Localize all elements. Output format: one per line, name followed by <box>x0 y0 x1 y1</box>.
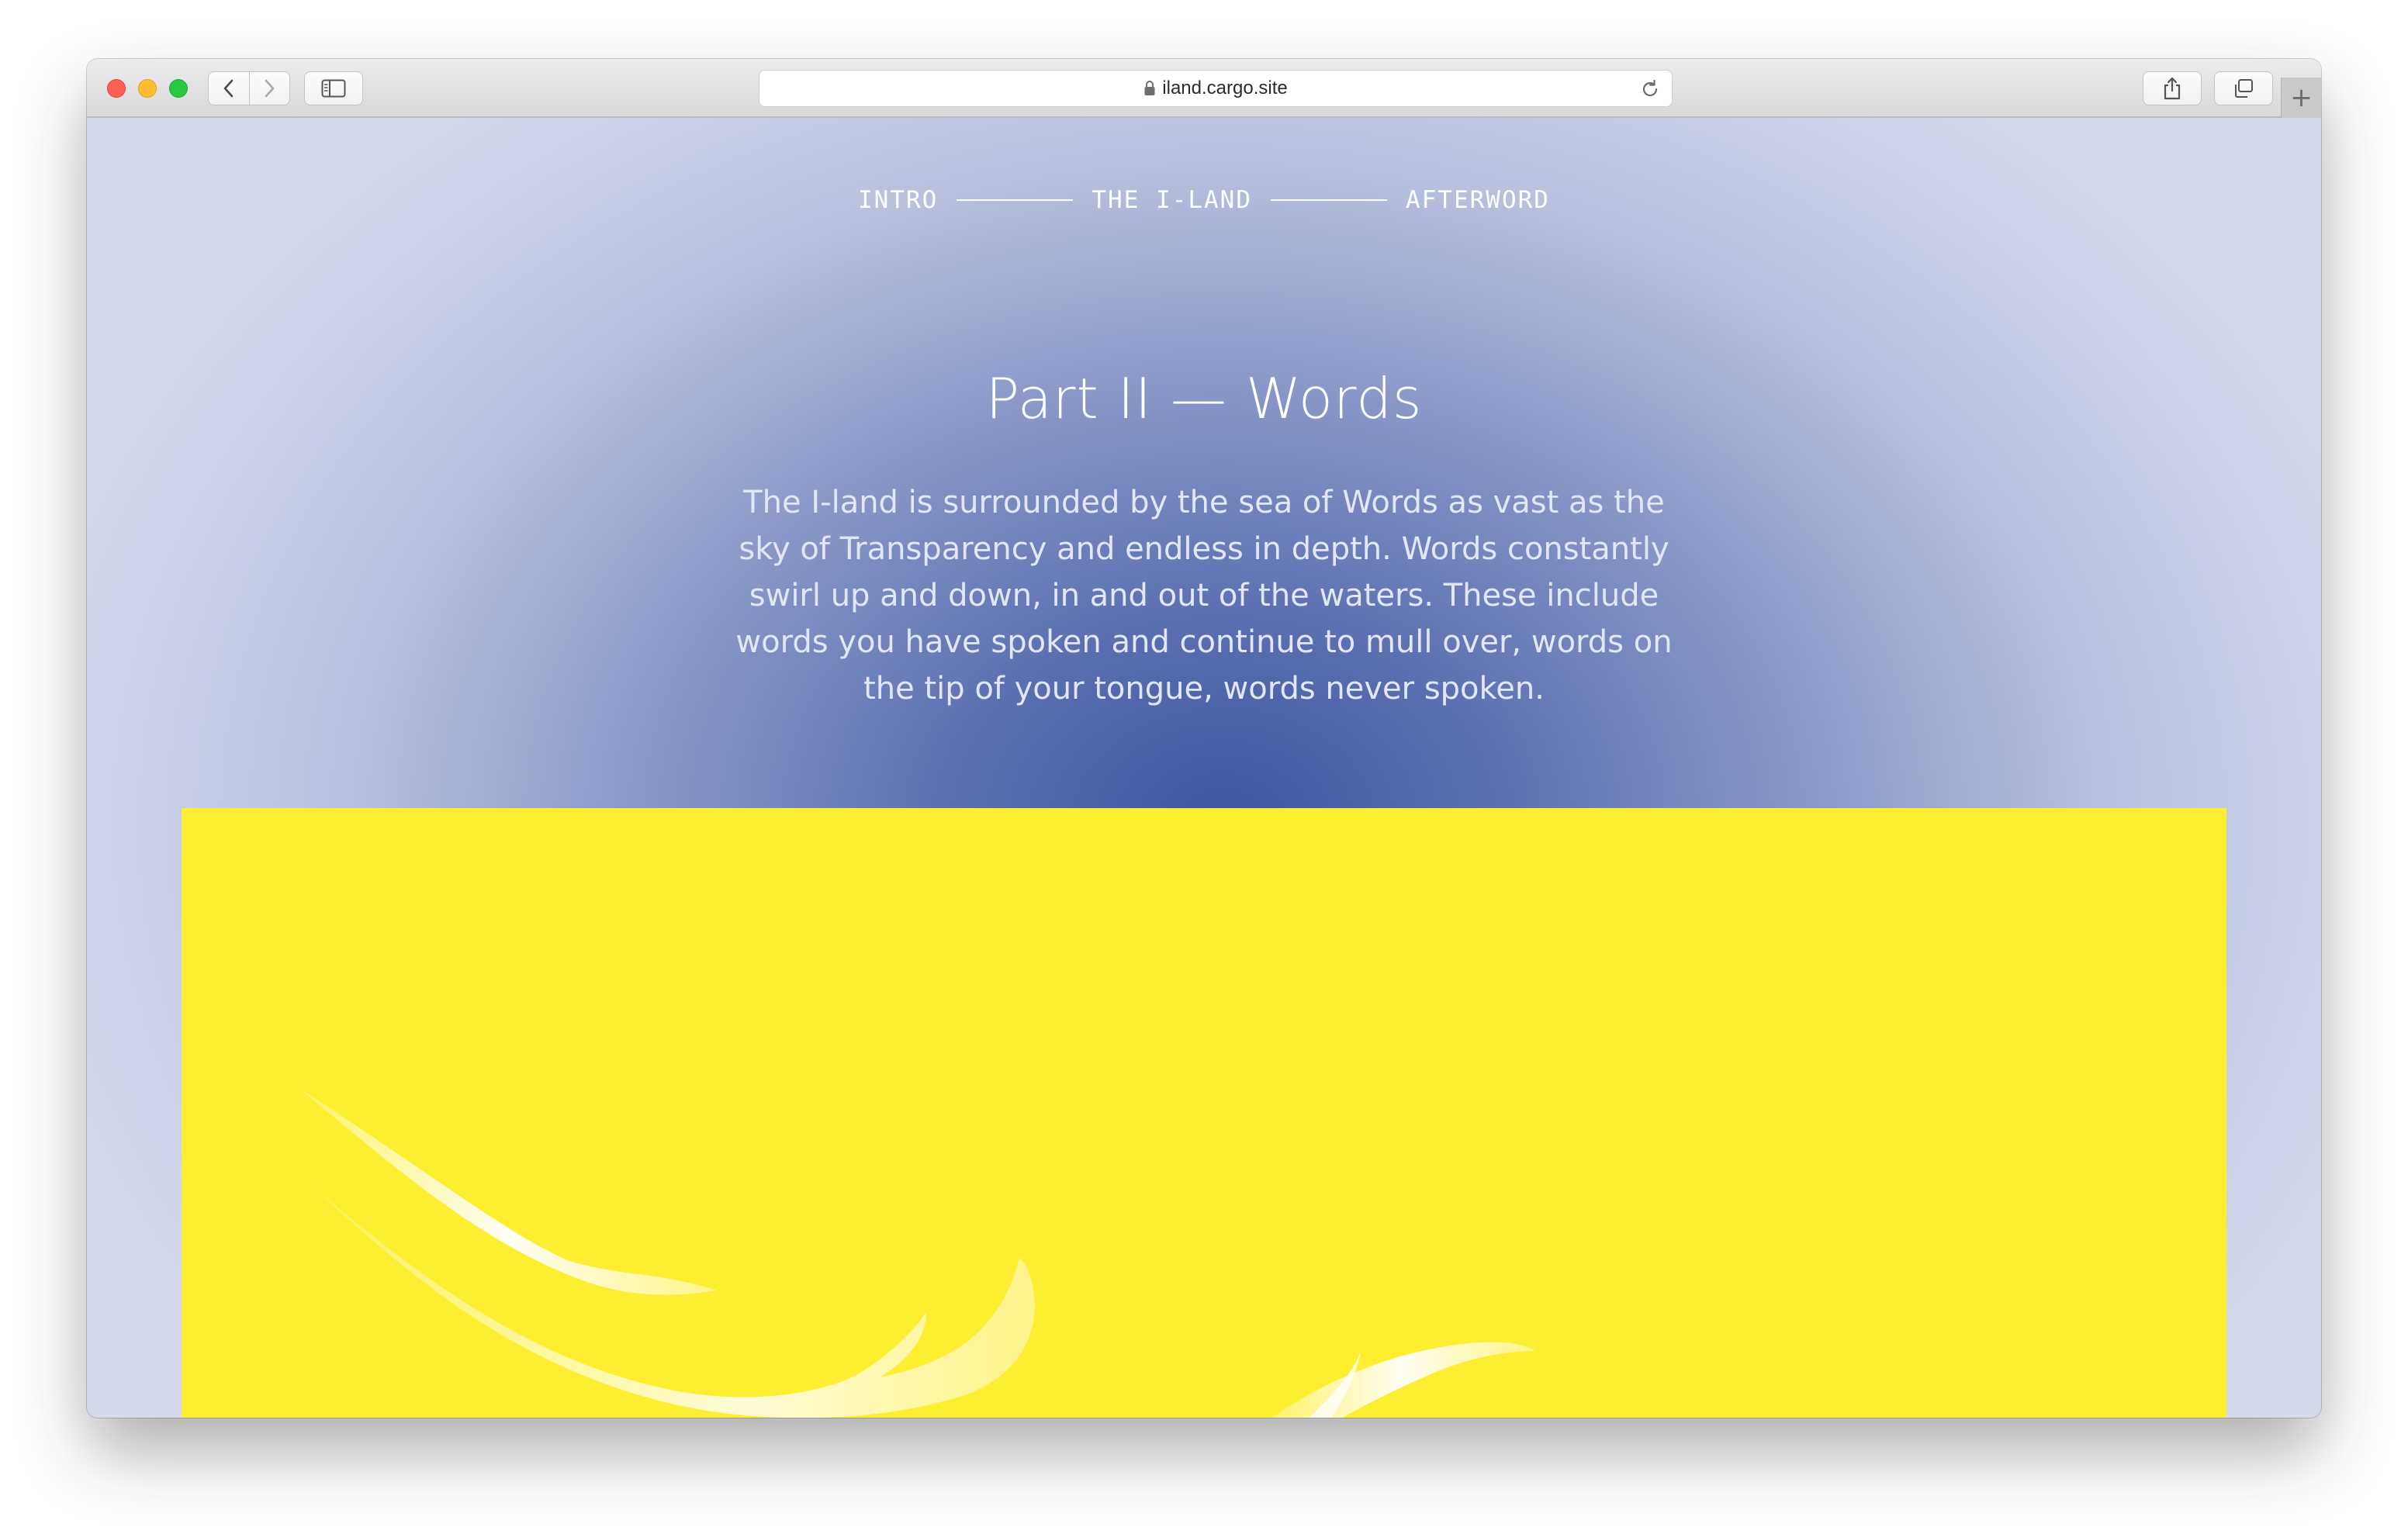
url-text: iland.cargo.site <box>1162 78 1288 98</box>
show-tabs-button[interactable] <box>2214 71 2273 105</box>
section-navigation: INTRO THE I-LAND AFTERWORD <box>87 186 2321 214</box>
new-tab-icon: + <box>2290 82 2313 113</box>
tabs-icon <box>2235 79 2253 98</box>
nav-intro-link[interactable]: INTRO <box>858 186 938 214</box>
close-window-button[interactable] <box>107 79 126 98</box>
section-title: Part II — Words <box>985 366 1423 431</box>
nav-the-i-land-link[interactable]: THE I-LAND <box>1092 186 1252 214</box>
minimize-window-button[interactable] <box>138 79 157 98</box>
sidebar-button[interactable] <box>304 71 363 105</box>
page-content: INTRO THE I-LAND AFTERWORD Part II — Wor… <box>87 118 2321 1418</box>
wave-strokes-illustration <box>298 1087 1535 1418</box>
share-button[interactable] <box>2143 71 2202 105</box>
browser-toolbar: iland.cargo.site + <box>87 59 2321 118</box>
section-body-text: The I-land is surrounded by the sea of W… <box>735 485 1673 707</box>
back-button[interactable] <box>209 72 250 105</box>
forward-icon <box>265 79 275 98</box>
sidebar-icon <box>321 79 346 98</box>
reload-icon <box>1642 79 1658 97</box>
forward-button[interactable] <box>250 72 290 105</box>
nav-divider <box>1270 199 1387 201</box>
nav-divider <box>957 199 1074 201</box>
address-bar[interactable]: iland.cargo.site <box>759 70 1673 107</box>
browser-window: iland.cargo.site + INTRO THE I-LAND AFTE… <box>87 59 2321 1418</box>
new-tab-button[interactable]: + <box>2281 78 2321 118</box>
reload-button[interactable] <box>1639 78 1661 104</box>
back-icon <box>223 79 234 98</box>
nav-afterword-link[interactable]: AFTERWORD <box>1406 186 1550 214</box>
words-sea-artwork <box>182 808 2226 1418</box>
history-navigation <box>208 71 290 105</box>
lock-icon <box>1144 81 1155 95</box>
share-icon <box>2164 77 2181 100</box>
maximize-window-button[interactable] <box>169 79 188 98</box>
